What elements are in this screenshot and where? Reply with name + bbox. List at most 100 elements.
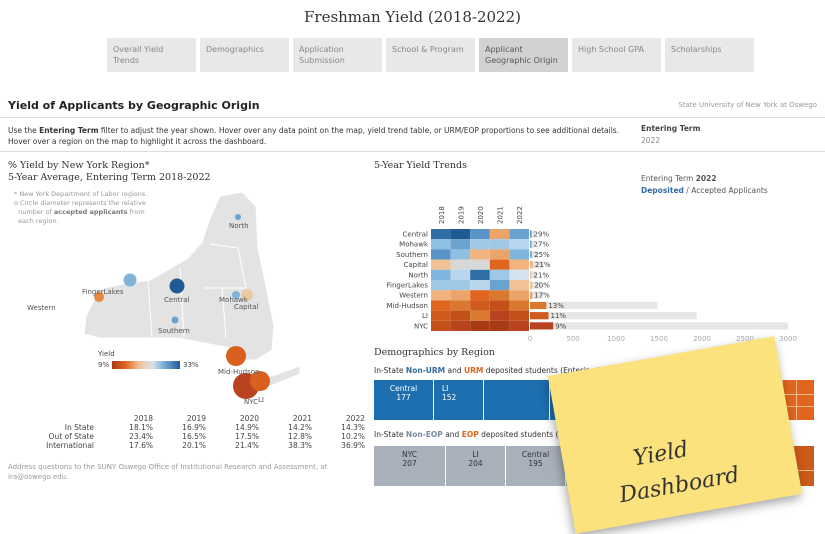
yield-table: 2018 2019 2020 2021 2022 In State 18.1% … [14, 414, 365, 450]
table-row[interactable]: International 17.6% 20.1% 21.4% 38.3% 36… [14, 441, 365, 450]
deposited-bar [530, 322, 554, 330]
heatmap-year-label: 2018 [438, 206, 446, 224]
treemap-cell-nyc[interactable]: NYC 207 [374, 446, 446, 486]
footer-note: Address questions to the SUNY Oswego Off… [8, 462, 348, 482]
region-label: Capital [403, 261, 428, 269]
cell-label: Central [521, 450, 550, 459]
north-circle [235, 214, 241, 220]
cell: 38.3% [288, 441, 312, 450]
midhudson-circle [226, 346, 246, 366]
footer-line1: Address questions to the SUNY Oswego Off… [8, 463, 328, 471]
tab-application-submission[interactable]: Application Submission [293, 38, 382, 72]
note-part: each region. [18, 217, 59, 225]
map-title: % Yield by New York Region* 5-Year Avera… [8, 160, 211, 184]
heatmap-cell [450, 300, 471, 311]
tab-applicant-geographic-origin[interactable]: Applicant Geographic Origin [479, 38, 568, 72]
heatmap-cell [489, 229, 510, 240]
heatmap-cell [431, 239, 451, 250]
treemap-divider [796, 380, 797, 420]
yield-percent-label: 21% [535, 261, 551, 269]
region-label: North [408, 271, 428, 279]
heatmap-cell [509, 229, 529, 240]
year-header: 2021 [292, 414, 312, 423]
eop-subtitle: In-State Non-EOP and EOP deposited stude… [374, 430, 575, 439]
heatmap-cell [509, 269, 529, 280]
region-label: Central [403, 231, 429, 239]
x-tick-label: 1500 [650, 335, 668, 341]
treemap-cell-li[interactable]: LI 204 [446, 446, 506, 486]
cell: 10.2% [341, 432, 365, 441]
heatmap-cell [489, 249, 510, 260]
entering-term-filter[interactable]: 2022 [641, 136, 660, 145]
deposited-bar [530, 312, 549, 320]
heatmap-year-label: 2021 [497, 206, 505, 224]
treemap-cell-central[interactable]: Central 177 [374, 380, 434, 420]
region-label: Mohawk [399, 241, 429, 249]
tab-school-program[interactable]: School & Program [386, 38, 475, 72]
yield-trends-chart[interactable]: 2018 2019 2020 2021 2022 Central 29% Mohawk 27% S… [370, 166, 802, 341]
sub-part: In-State [374, 366, 406, 375]
treemap-cell-li[interactable]: LI 152 [434, 380, 484, 420]
year-header: 2020 [239, 414, 259, 423]
treemap-divider [782, 394, 814, 395]
intro-part: filter to adjust the year shown. Hover o… [98, 126, 620, 135]
cell-label: NYC [401, 450, 418, 459]
tab-overall-yield-trends[interactable]: Overall Yield Trends [107, 38, 196, 72]
heatmap-cell [431, 269, 451, 280]
deposited-bar [530, 250, 533, 259]
treemap-cell-central[interactable]: Central 195 [506, 446, 566, 486]
intro-text: Use the Entering Term filter to adjust t… [8, 125, 628, 147]
cell: 18.1% [129, 423, 153, 432]
heatmap-year-label: 2022 [516, 206, 524, 224]
cell-value: 195 [528, 459, 543, 468]
sub-part: and [445, 366, 465, 375]
treemap-cell[interactable] [484, 380, 550, 420]
heatmap-cell [470, 229, 490, 240]
heatmap-cell [431, 290, 451, 301]
row-label: Out of State [48, 432, 94, 441]
heatmap-cell [509, 259, 529, 270]
central-circle [169, 278, 185, 294]
heatmap-cell [509, 310, 529, 321]
note-part: number of [18, 208, 54, 216]
cell: 21.4% [235, 441, 259, 450]
region-label: LI [422, 312, 428, 320]
label-li: LI [258, 396, 264, 404]
yield-percent-label: 20% [534, 282, 550, 290]
heatmap-cell [450, 259, 471, 270]
heatmap-cell [470, 320, 490, 331]
heatmap-cell [489, 290, 510, 301]
heatmap-cell [509, 280, 529, 291]
footer-email[interactable]: ira@oswego.edu. [8, 473, 68, 481]
table-row[interactable]: In State 18.1% 16.9% 14.9% 14.2% 14.3% [14, 423, 365, 432]
heatmap-cell [470, 310, 490, 321]
heatmap-cell [489, 259, 510, 270]
accepted-bar [530, 322, 788, 330]
label-north: North [229, 222, 249, 230]
heatmap-cell [450, 290, 471, 301]
heatmap-cell [489, 310, 510, 321]
heatmap-cell [450, 280, 471, 291]
tab-high-school-gpa[interactable]: High School GPA [572, 38, 661, 72]
x-tick-label: 0 [528, 335, 532, 341]
legend-max: 33% [183, 361, 199, 369]
x-tick-label: 1000 [607, 335, 625, 341]
label-central: Central [164, 296, 190, 304]
tab-scholarships[interactable]: Scholarships [665, 38, 754, 72]
heatmap-cell [431, 300, 451, 311]
table-row[interactable]: Out of State 23.4% 16.5% 17.5% 12.8% 10.… [14, 432, 365, 441]
deposited-bar [530, 240, 532, 248]
cell-value: 177 [396, 393, 411, 402]
deposited-bar [530, 301, 547, 310]
year-header: 2018 [133, 414, 153, 423]
label-nyc: NYC [244, 398, 259, 406]
yield-percent-label: 29% [534, 231, 550, 239]
heatmap-cell [450, 249, 471, 260]
tab-demographics[interactable]: Demographics [200, 38, 289, 72]
cell: 17.6% [129, 441, 153, 450]
heatmap-cell [470, 269, 490, 280]
intro-bold: Entering Term [39, 126, 99, 135]
intro-line2: Hover over a region on the map to highli… [8, 137, 267, 146]
intro-divider [0, 151, 825, 152]
cell-value: 152 [442, 393, 457, 402]
